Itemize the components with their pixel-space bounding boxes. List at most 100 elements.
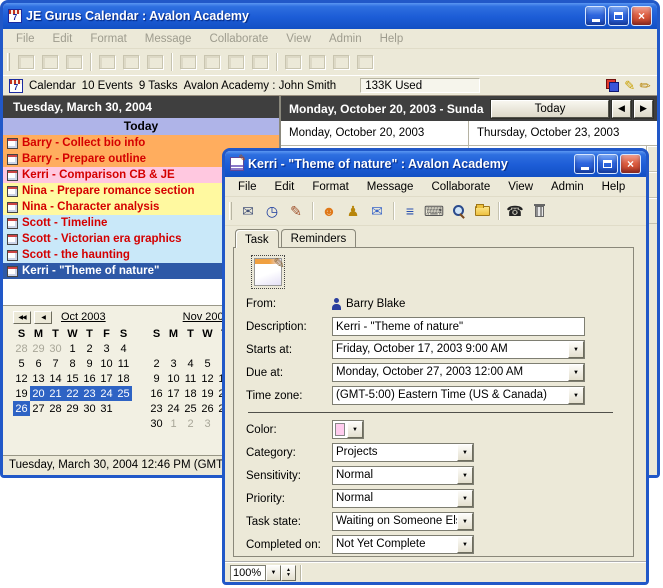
chevron-down-icon[interactable]: ▼ [457,536,473,553]
day-cell[interactable]: 2 [182,416,199,431]
menu-help[interactable]: Help [593,181,635,193]
dialog-minimize-button[interactable] [574,154,595,174]
day-cell[interactable]: 18 [115,371,132,386]
day-cell[interactable]: 30 [148,416,165,431]
day-cell[interactable]: 7 [47,356,64,371]
day-cell[interactable]: 21 [47,386,64,401]
toolbar-grip[interactable] [7,53,10,71]
day-cell[interactable]: 1 [165,416,182,431]
day-cell[interactable]: 15 [64,371,81,386]
color-dropdown[interactable]: ▼ [332,420,364,439]
day-cell[interactable]: 3 [98,341,115,356]
day-cell[interactable]: 27 [30,401,47,416]
prev-week-button[interactable]: ◀ [612,100,631,118]
day-cell[interactable]: 23 [81,386,98,401]
day-cell[interactable]: 8 [64,356,81,371]
chevron-down-icon[interactable]: ▼ [568,341,584,358]
day-cell[interactable]: 12 [199,371,216,386]
zoom-dropdown-button[interactable]: ▼ [266,565,281,581]
day-cell[interactable]: 30 [81,401,98,416]
day-cell[interactable]: 18 [182,386,199,401]
prev-year-button[interactable]: ◀◀ [13,311,31,324]
maximize-button[interactable] [608,6,629,26]
day-cell[interactable]: 16 [81,371,98,386]
attendee-icon[interactable] [341,200,365,222]
category-dropdown[interactable]: Projects ▼ [332,443,474,462]
chevron-down-icon[interactable]: ▼ [347,421,363,438]
menu-admin[interactable]: Admin [542,181,593,193]
today-button[interactable]: Today [491,100,609,118]
day-cell[interactable]: 22 [64,386,81,401]
day-cell[interactable]: 3 [199,416,216,431]
day-cell[interactable]: 5 [199,356,216,371]
day-cell[interactable]: 30 [47,341,64,356]
day-cell[interactable]: 6 [30,356,47,371]
day-cell[interactable]: 31 [98,401,115,416]
menu-edit[interactable]: Edit [266,181,304,193]
keyboard-user-icon[interactable] [422,200,446,222]
tab-reminders[interactable]: Reminders [281,229,357,247]
mini-calendar-month-oct[interactable]: Oct 2003 [61,311,106,323]
menu-message[interactable]: Message [358,181,423,193]
day-cell[interactable]: 2 [148,356,165,371]
minimize-button[interactable] [585,6,606,26]
menu-collaborate[interactable]: Collaborate [422,181,499,193]
day-cell[interactable]: 17 [165,386,182,401]
notes-list-icon[interactable] [398,200,422,222]
day-cell[interactable]: 25 [115,386,132,401]
dial-phone-icon[interactable] [503,200,527,222]
starts-at-dropdown[interactable]: Friday, October 17, 2003 9:00 AM ▼ [332,340,585,359]
due-at-dropdown[interactable]: Monday, October 27, 2003 12:00 AM ▼ [332,363,585,382]
chevron-down-icon[interactable]: ▼ [568,387,584,404]
toolbar-grip[interactable] [229,202,232,220]
day-cell[interactable]: 11 [115,356,132,371]
task-icon[interactable] [254,258,282,286]
pencil-icon[interactable]: ✎ [624,78,635,94]
zoom-level[interactable]: 100% [230,565,266,581]
dialog-close-button[interactable]: × [620,154,641,174]
task-state-dropdown[interactable]: Waiting on Someone Else ▼ [332,512,474,531]
priority-dropdown[interactable]: Normal ▼ [332,489,474,508]
delete-trash-icon[interactable] [527,200,551,222]
day-cell[interactable]: 29 [64,401,81,416]
day-cell[interactable]: 12 [13,371,30,386]
day-cell[interactable]: 26 [13,401,30,416]
day-cell[interactable]: 3 [165,356,182,371]
pen-icon[interactable]: ✎ [636,76,655,95]
day-cell[interactable]: 28 [47,401,64,416]
day-cell[interactable]: 14 [47,371,64,386]
day-cell[interactable]: 4 [115,341,132,356]
task-edit-icon[interactable] [284,200,308,222]
tab-task[interactable]: Task [235,229,279,248]
redirect-icon[interactable] [317,200,341,222]
next-week-button[interactable]: ▶ [634,100,653,118]
menu-view[interactable]: View [499,181,542,193]
description-input[interactable] [332,317,585,336]
day-cell[interactable]: 19 [199,386,216,401]
day-cell[interactable]: 17 [98,371,115,386]
day-cell[interactable]: 20 [30,386,47,401]
day-cell[interactable]: 11 [182,371,199,386]
sensitivity-dropdown[interactable]: Normal ▼ [332,466,474,485]
menu-format[interactable]: Format [303,181,357,193]
day-cell[interactable]: 4 [182,356,199,371]
pages-icon[interactable] [606,79,619,92]
day-cell[interactable]: 2 [81,341,98,356]
day-cell[interactable]: 10 [98,356,115,371]
day-cell[interactable]: 23 [148,401,165,416]
completed-on-dropdown[interactable]: Not Yet Complete ▼ [332,535,474,554]
day-cell[interactable]: 9 [81,356,98,371]
folder-icon[interactable] [470,200,494,222]
zoom-spinner[interactable]: ▲▼ [281,565,296,581]
timezone-dropdown[interactable]: (GMT-5:00) Eastern Time (US & Canada) ▼ [332,386,585,405]
menu-file[interactable]: File [229,181,266,193]
chevron-down-icon[interactable]: ▼ [457,490,473,507]
day-cell[interactable]: 10 [165,371,182,386]
day-cell[interactable]: 19 [13,386,30,401]
prev-month-button[interactable]: ◀ [34,311,52,324]
day-cell[interactable]: 28 [13,341,30,356]
forward-mail-icon[interactable] [365,200,389,222]
week-column-2[interactable]: Thursday, October 23, 2003 [469,127,657,139]
day-cell[interactable]: 29 [30,341,47,356]
day-cell[interactable]: 5 [13,356,30,371]
